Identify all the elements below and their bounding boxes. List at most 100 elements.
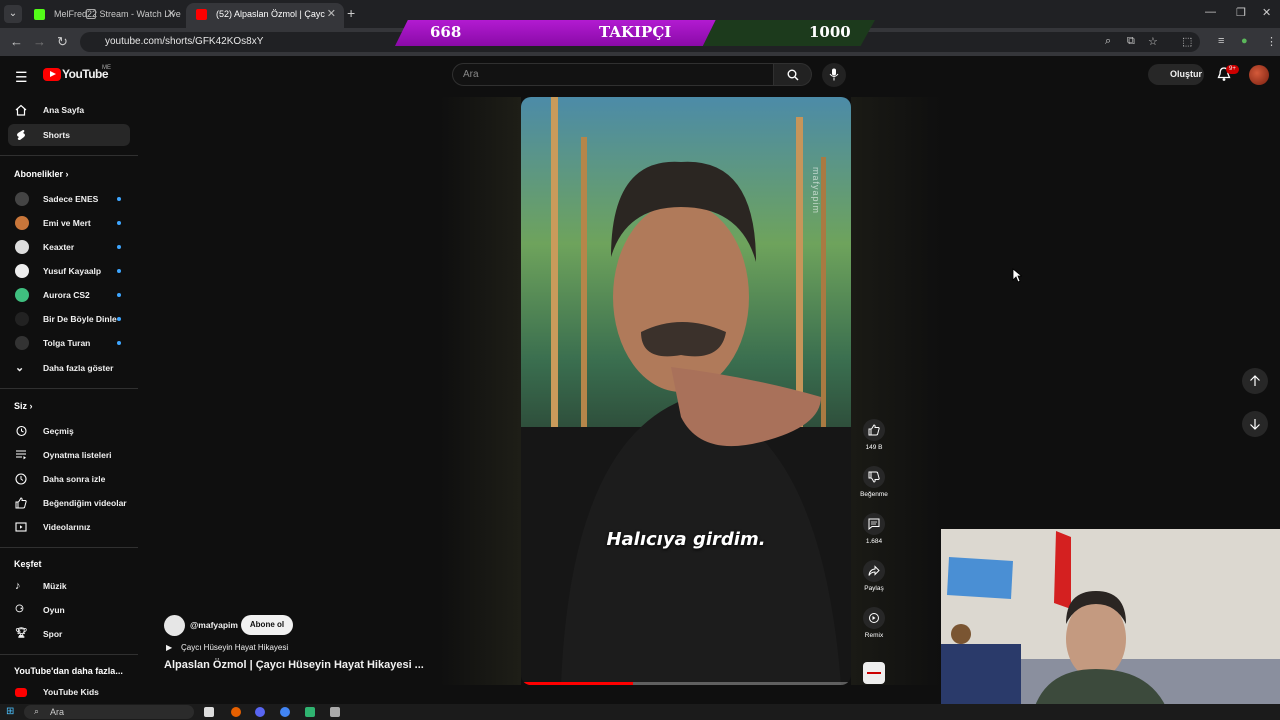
share-button[interactable] [863, 560, 885, 582]
restore-icon[interactable]: ❐ [1236, 6, 1246, 19]
dislike-button[interactable] [863, 466, 885, 488]
home-icon [15, 104, 27, 116]
back-icon[interactable]: ← [10, 34, 23, 49]
show-more-button[interactable]: ⌄ Daha fazla göster [8, 357, 130, 379]
browser-menu-icon[interactable]: ⋮ [1266, 35, 1277, 48]
tab-youtube-short[interactable]: (52) Alpaslan Özmol | Çayc ✕ [186, 3, 344, 28]
sound-thumbnail[interactable] [863, 662, 885, 684]
youtube-logo-icon[interactable] [43, 68, 61, 81]
sidebar-item-label: Yusuf Kayaalp [43, 266, 102, 276]
create-button[interactable]: Oluştur [1148, 64, 1204, 85]
bookmark-star-icon[interactable]: ☆ [1148, 35, 1158, 48]
like-action[interactable]: 149 B [858, 419, 890, 451]
history-icon [16, 425, 27, 437]
sidebar-item-subscription[interactable]: Tolga Turan [8, 332, 130, 354]
like-count: 149 B [865, 444, 883, 451]
sidebar-item-label: Aurora CS2 [43, 290, 90, 300]
sidebar-item-subscription[interactable]: Yusuf Kayaalp [8, 260, 130, 282]
chevron-right-icon: › [65, 169, 69, 179]
sidebar-item-subscription[interactable]: Sadece ENES [8, 188, 130, 210]
search-button[interactable] [774, 63, 812, 86]
short-video-player[interactable]: mafyapim Halıcıya girdim. [521, 97, 851, 685]
task-view-icon[interactable] [204, 707, 214, 717]
sidebar-item-label: Spor [43, 629, 63, 639]
obs-icon[interactable] [330, 707, 340, 717]
window-close-icon[interactable]: ✕ [1262, 6, 1271, 19]
sidebar-item-your-videos[interactable]: Videolarınız [8, 516, 130, 538]
video-title[interactable]: Alpaslan Özmol | Çaycı Hüseyin Hayat Hik… [164, 659, 424, 671]
dislike-action[interactable]: Beğenme [858, 466, 890, 498]
youtube-favicon-icon [196, 9, 207, 20]
trophy-icon: 🏆︎ [15, 628, 28, 639]
sidebar-item-shorts[interactable]: Shorts [8, 124, 130, 146]
sidebar-item-liked-videos[interactable]: Beğendiğim videolar [8, 492, 130, 514]
search-input[interactable]: Ara [452, 63, 774, 86]
zoom-icon[interactable]: ⌕ [1105, 35, 1111, 48]
new-content-dot [117, 197, 121, 201]
next-short-button[interactable] [1242, 411, 1268, 437]
comments-action[interactable]: 1.684 [858, 513, 890, 545]
sidebar-item-history[interactable]: Geçmiş [8, 420, 130, 442]
like-button[interactable] [863, 419, 885, 441]
minimize-icon[interactable]: — [1205, 6, 1216, 18]
follower-label: TAKIPÇI [599, 23, 672, 41]
reload-icon[interactable]: ↻ [57, 34, 68, 50]
close-tab-icon[interactable]: ✕ [167, 3, 176, 26]
sidebar-item-youtube-kids[interactable]: YouTube Kids [8, 681, 130, 703]
chevron-down-icon: ⌄ [15, 362, 25, 374]
sidebar-item-music[interactable]: ♪ Müzik [8, 575, 130, 597]
share-action[interactable]: Paylaş [858, 560, 890, 592]
channel-avatar[interactable] [164, 615, 185, 636]
channel-handle[interactable]: @mafyapim [190, 620, 238, 630]
sidebar-item-label: Sadece ENES [43, 194, 99, 204]
new-tab-icon[interactable]: + [347, 5, 355, 21]
site-info-icon[interactable] [86, 9, 96, 19]
sidebar-item-label: Keaxter [43, 242, 75, 252]
forward-icon[interactable]: → [33, 34, 46, 49]
close-tab-icon[interactable]: ✕ [327, 3, 336, 26]
your-videos-icon [15, 522, 27, 532]
you-heading[interactable]: Siz › [14, 401, 33, 411]
windows-start-icon[interactable]: ⊞ [6, 706, 14, 717]
video-progress-bar[interactable] [521, 682, 851, 685]
remix-action[interactable]: Remix [858, 607, 890, 639]
sidebar-item-gaming[interactable]: ⚆ Oyun [8, 599, 130, 621]
sidebar-item-sports[interactable]: 🏆︎ Spor [8, 623, 130, 645]
playlist-link[interactable]: Çaycı Hüseyin Hayat Hikayesi [181, 643, 288, 652]
sidebar-divider [0, 547, 138, 548]
comments-button[interactable] [863, 513, 885, 535]
firefox-icon[interactable] [231, 707, 241, 717]
previous-short-button[interactable] [1242, 368, 1268, 394]
account-avatar[interactable] [1249, 65, 1269, 85]
sidebar-item-subscription[interactable]: Aurora CS2 [8, 284, 130, 306]
menu-icon[interactable]: ☰ [15, 69, 28, 86]
tab-search-button[interactable]: ⌄ [4, 5, 22, 23]
extensions-icon[interactable]: ⬚ [1182, 35, 1192, 48]
webcam-feed-image [941, 529, 1280, 720]
discord-icon[interactable] [255, 707, 265, 717]
chrome-icon[interactable] [280, 707, 290, 717]
tab-melfred-stream[interactable]: MelFred22 Stream - Watch Live ✕ [24, 3, 184, 28]
media-icon[interactable]: ≡ [1218, 35, 1224, 47]
voice-search-button[interactable] [822, 63, 846, 87]
sidebar-item-subscription[interactable]: Emi ve Mert [8, 212, 130, 234]
remix-label: Remix [864, 632, 884, 639]
profile-icon[interactable]: ● [1241, 35, 1248, 47]
sidebar-item-watch-later[interactable]: Daha sonra izle [8, 468, 130, 490]
remix-button[interactable] [863, 607, 885, 629]
install-icon[interactable]: ⧉ [1127, 35, 1135, 48]
new-content-dot [117, 221, 121, 225]
subscribe-button[interactable]: Abone ol [241, 615, 293, 635]
new-content-dot [117, 341, 121, 345]
sidebar-item-playlists[interactable]: Oynatma listeleri [8, 444, 130, 466]
app-icon[interactable] [305, 707, 315, 717]
subscriptions-heading[interactable]: Abonelikler › [14, 169, 69, 179]
sidebar-item-subscription[interactable]: Keaxter [8, 236, 130, 258]
sidebar-item-label: Müzik [43, 581, 67, 591]
webcam-overlay [941, 529, 1280, 720]
sidebar-item-subscription[interactable]: Bir De Böyle Dinle [8, 308, 130, 330]
sidebar-item-label: Daha sonra izle [43, 474, 106, 484]
taskbar-search-input[interactable]: Ara [24, 705, 194, 719]
subscriptions-heading-text: Abonelikler [14, 169, 64, 179]
sidebar-item-home[interactable]: Ana Sayfa [8, 99, 130, 121]
